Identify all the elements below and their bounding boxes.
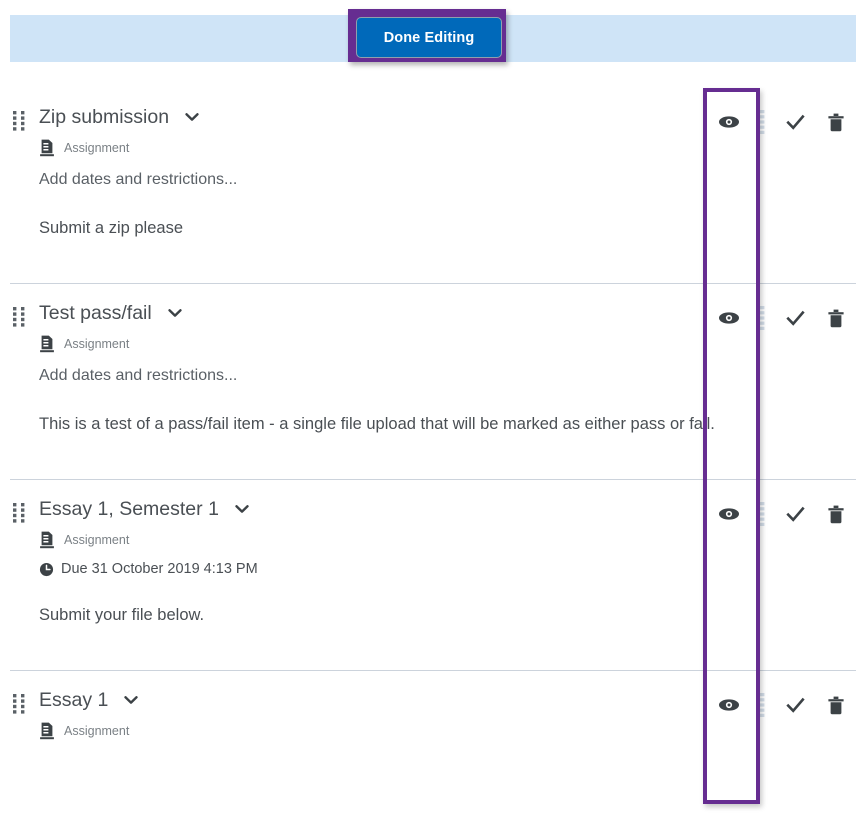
list-item-spacer (39, 457, 856, 479)
trash-icon (828, 505, 844, 523)
list-item-type-label-0: Assignment (64, 141, 130, 155)
list-item-header: Essay 1 Assignment (10, 687, 856, 762)
drag-handle-icon[interactable] (13, 694, 27, 714)
visibility-toggle-button[interactable] (706, 310, 752, 326)
drag-handle-icon[interactable] (13, 307, 27, 327)
trash-icon (828, 113, 844, 131)
drag-handle-icon[interactable] (13, 111, 27, 131)
list-item-type-line: Assignment (39, 139, 856, 157)
delete-button[interactable] (816, 696, 856, 715)
trash-icon (828, 309, 844, 327)
list-item-dates-restrictions-0[interactable]: Add dates and restrictions... (39, 170, 856, 190)
vertical-dots-drag-icon (760, 110, 765, 134)
eye-icon (719, 312, 739, 324)
assignment-document-icon (40, 531, 54, 549)
item-reorder-handle[interactable] (752, 693, 774, 717)
list-item-type-line: Assignment (39, 722, 856, 740)
list-item-type-label-3: Assignment (64, 724, 130, 738)
list-item-title-2[interactable]: Essay 1, Semester 1 (39, 498, 219, 521)
chevron-down-icon[interactable] (233, 500, 251, 518)
chevron-down-icon[interactable] (166, 304, 184, 322)
item-reorder-handle[interactable] (752, 306, 774, 330)
list-item-header: Essay 1, Semester 1 Assignment Due 31 Oc… (10, 496, 856, 670)
list-item-title-0[interactable]: Zip submission (39, 106, 169, 129)
visibility-toggle-button[interactable] (706, 506, 752, 522)
trash-icon (828, 696, 844, 714)
list-item-description-2: Submit your file below. (39, 606, 205, 624)
list-item-type-label-1: Assignment (64, 337, 130, 351)
assignment-document-icon (40, 335, 54, 353)
list-item-2: Essay 1, Semester 1 Assignment Due 31 Oc… (10, 480, 856, 671)
list-item-dates-restrictions-1[interactable]: Add dates and restrictions... (39, 366, 856, 386)
done-editing-button[interactable]: Done Editing (356, 17, 502, 58)
eye-icon (719, 116, 739, 128)
visibility-toggle-button[interactable] (706, 697, 752, 713)
assignment-document-icon (40, 139, 54, 157)
visibility-toggle-button[interactable] (706, 114, 752, 130)
list-item-due-line: Due 31 October 2019 4:13 PM (39, 561, 856, 577)
list-item-description-1: This is a test of a pass/fail item - a s… (39, 415, 715, 433)
list-item-title-3[interactable]: Essay 1 (39, 689, 108, 712)
list-item-title-1[interactable]: Test pass/fail (39, 302, 152, 325)
list-item-0: Zip submission Assignment Add dates and … (10, 88, 856, 284)
list-item-actions (706, 501, 856, 527)
drag-handle-icon[interactable] (13, 503, 27, 523)
list-item-type-line: Assignment (39, 531, 856, 549)
eye-icon (719, 699, 739, 711)
assignment-document-icon (40, 722, 54, 740)
chevron-down-icon[interactable] (183, 108, 201, 126)
list-item-description-0: Submit a zip please (39, 219, 183, 237)
clock-icon (39, 562, 54, 576)
list-item-spacer (39, 648, 856, 670)
delete-button[interactable] (816, 505, 856, 524)
item-reorder-handle[interactable] (752, 502, 774, 526)
list-item-1: Test pass/fail Assignment Add dates and … (10, 284, 856, 480)
delete-button[interactable] (816, 113, 856, 132)
chevron-down-icon[interactable] (122, 691, 140, 709)
list-item-spacer (39, 261, 856, 283)
delete-button[interactable] (816, 309, 856, 328)
list-item-header: Test pass/fail Assignment Add dates and … (10, 300, 856, 479)
list-item-actions (706, 109, 856, 135)
done-editing-highlight: Done Editing (348, 9, 506, 62)
item-reorder-handle[interactable] (752, 110, 774, 134)
content-list: Zip submission Assignment Add dates and … (0, 88, 866, 762)
vertical-dots-drag-icon (760, 502, 765, 526)
vertical-dots-drag-icon (760, 693, 765, 717)
eye-icon (719, 508, 739, 520)
publish-check-button[interactable] (774, 113, 816, 132)
list-item-header: Zip submission Assignment Add dates and … (10, 104, 856, 283)
check-icon (785, 114, 805, 130)
publish-check-button[interactable] (774, 309, 816, 328)
list-item-3: Essay 1 Assignment (10, 671, 856, 762)
list-item-type-label-2: Assignment (64, 533, 130, 547)
list-item-spacer (39, 740, 856, 762)
check-icon (785, 697, 805, 713)
list-item-actions (706, 692, 856, 718)
check-icon (785, 506, 805, 522)
publish-check-button[interactable] (774, 505, 816, 524)
list-item-actions (706, 305, 856, 331)
vertical-dots-drag-icon (760, 306, 765, 330)
list-item-due-text: Due 31 October 2019 4:13 PM (61, 561, 258, 577)
publish-check-button[interactable] (774, 696, 816, 715)
check-icon (785, 310, 805, 326)
list-item-type-line: Assignment (39, 335, 856, 353)
